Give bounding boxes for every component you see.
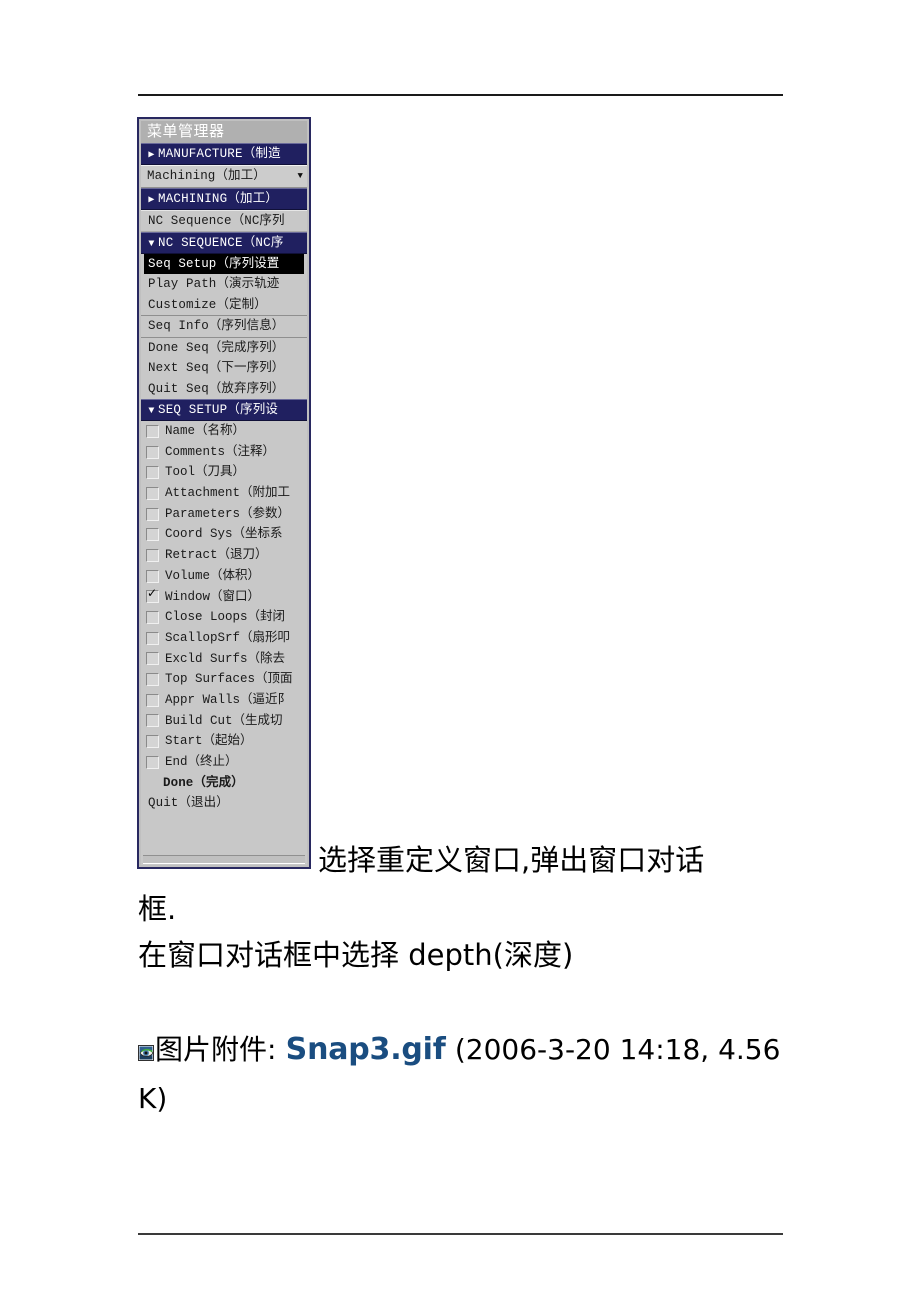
menu-checkbox-item[interactable]: Start（起始） — [141, 731, 307, 752]
dropdown-value: Machining（加工） — [147, 169, 266, 183]
checkbox[interactable] — [146, 652, 159, 666]
menu-checkbox-item[interactable]: Name（名称） — [141, 421, 307, 442]
menu-checkbox-label: Excld Surfs（除去 — [165, 651, 286, 666]
page-header-rule — [138, 94, 783, 96]
menu-manager-body: 菜单管理器 ▶ MANUFACTURE（制造 Machining（加工） ▼ ▶ MACH… — [141, 121, 307, 865]
menu-section-header[interactable]: ▼ NC SEQUENCE（NC序 — [141, 232, 307, 254]
menu-item[interactable]: Customize（定制） — [141, 294, 307, 315]
checkbox[interactable] — [146, 445, 159, 459]
checkbox[interactable] — [146, 693, 159, 707]
checkbox[interactable] — [146, 424, 159, 438]
menu-checkbox-label: Top Surfaces（顶面 — [165, 672, 293, 687]
menu-checkbox-item[interactable]: Excld Surfs（除去 — [141, 649, 307, 670]
menu-checkbox-label: ScallopSrf（扇形叩 — [165, 630, 291, 645]
menu-section-header[interactable]: ▶ MANUFACTURE（制造 — [141, 143, 307, 165]
checkbox[interactable] — [146, 569, 159, 583]
menu-checkbox-item[interactable]: Top Surfaces（顶面 — [141, 669, 307, 690]
menu-checkbox-label: Comments（注释） — [165, 444, 276, 459]
menu-checkbox-item[interactable]: Parameters（参数） — [141, 504, 307, 525]
menu-manager-row-list: ▶ MANUFACTURE（制造 Machining（加工） ▼ ▶ MACHINING（… — [141, 143, 307, 814]
checkbox[interactable] — [146, 673, 159, 687]
menu-checkbox-item[interactable]: Window（窗口） — [141, 587, 307, 608]
menu-section-header[interactable]: ▶ MACHINING（加工） — [141, 187, 307, 210]
checkbox[interactable] — [146, 714, 159, 728]
menu-item-selected[interactable]: Seq Setup（序列设置 — [144, 254, 304, 274]
menu-item[interactable]: Next Seq（下一序列） — [141, 358, 307, 379]
menu-section-label: SEQ SETUP（序列设 — [158, 403, 279, 417]
menu-item-readout[interactable]: NC Sequence（NC序列 — [141, 209, 307, 232]
checkbox[interactable] — [146, 587, 159, 604]
menu-checkbox-label: Appr Walls（逼近阝 — [165, 692, 291, 707]
menu-item[interactable]: Play Path（演示轨迹 — [141, 274, 307, 295]
down-arrow-icon: ▼ — [148, 406, 155, 417]
instruction-line-2: 框. — [138, 892, 177, 926]
menu-checkbox-item[interactable]: Attachment（附加工 — [141, 483, 307, 504]
menu-checkbox-label: Close Loops（封闭 — [165, 610, 286, 625]
checkbox[interactable] — [146, 735, 159, 749]
checkbox[interactable] — [146, 611, 159, 625]
page-footer-rule — [138, 1233, 783, 1235]
menu-checkbox-item[interactable]: Volume（体积） — [141, 566, 307, 587]
menu-checkbox-item[interactable]: End（终止） — [141, 752, 307, 773]
right-arrow-icon: ▶ — [148, 194, 155, 206]
menu-checkbox-label: Tool（刀具） — [165, 465, 246, 480]
menu-checkbox-item[interactable]: Comments（注释） — [141, 442, 307, 463]
done-button[interactable]: Done（完成） — [141, 772, 307, 794]
menu-item[interactable]: Done Seq（完成序列） — [141, 336, 307, 358]
attachment-label: 图片附件: — [155, 1033, 277, 1066]
instruction-line-1: 选择重定义窗口,弹出窗口对话 — [318, 843, 705, 877]
menu-checkbox-label: Volume（体积） — [165, 568, 261, 583]
menu-checkbox-item[interactable]: Appr Walls（逼近阝 — [141, 690, 307, 711]
menu-checkbox-item[interactable]: Coord Sys（坐标系 — [141, 524, 307, 545]
menu-checkbox-label: Coord Sys（坐标系 — [165, 527, 283, 542]
menu-checkbox-label: Name（名称） — [165, 424, 246, 438]
image-attachment-icon — [138, 1027, 154, 1061]
checkbox[interactable] — [146, 631, 159, 645]
menu-checkbox-label: Build Cut（生成切 — [165, 713, 283, 728]
menu-section-header[interactable]: ▼ SEQ SETUP（序列设 — [141, 399, 307, 421]
menu-checkbox-label: End（终止） — [165, 755, 238, 769]
menu-section-label: MACHINING（加工） — [158, 191, 279, 206]
menu-checkbox-label: Start（起始） — [165, 734, 253, 749]
menu-checkbox-item[interactable]: Build Cut（生成切 — [141, 711, 307, 732]
down-arrow-icon: ▼ — [148, 239, 155, 250]
machining-dropdown[interactable]: Machining（加工） ▼ — [141, 165, 307, 188]
menu-checkbox-item[interactable]: ScallopSrf（扇形叩 — [141, 628, 307, 649]
chevron-down-icon[interactable]: ▼ — [297, 166, 303, 187]
checkbox[interactable] — [146, 755, 159, 769]
menu-checkbox-label: Parameters（参数） — [165, 506, 291, 521]
menu-section-label: MANUFACTURE（制造 — [158, 147, 281, 161]
checkbox[interactable] — [146, 528, 159, 542]
menu-item[interactable]: Seq Info（序列信息） — [141, 315, 307, 337]
menu-checkbox-label: Attachment（附加工 — [165, 486, 291, 501]
attachment-block: 图片附件: Snap3.gif (2006-3-20 14:18, 4.56 K… — [138, 1025, 798, 1123]
checkbox[interactable] — [146, 486, 159, 500]
menu-item[interactable]: Quit（退出） — [141, 793, 307, 814]
menu-checkbox-item[interactable]: Close Loops（封闭 — [141, 607, 307, 628]
checkbox[interactable] — [146, 548, 159, 562]
menu-checkbox-label: Window（窗口） — [165, 589, 261, 604]
right-arrow-icon: ▶ — [148, 150, 155, 161]
menu-checkbox-label: Retract（退刀） — [165, 548, 268, 563]
menu-manager-window: 菜单管理器 ▶ MANUFACTURE（制造 Machining（加工） ▼ ▶ MACH… — [137, 117, 311, 869]
attachment-filename-link[interactable]: Snap3.gif — [286, 1032, 446, 1067]
menu-manager-title: 菜单管理器 — [141, 121, 307, 143]
menu-item[interactable]: Quit Seq（放弃序列） — [141, 378, 307, 399]
checkbox[interactable] — [146, 466, 159, 480]
instruction-paragraph-2: 在窗口对话框中选择 depth(深度) — [138, 938, 574, 972]
instruction-paragraph-1: 选择重定义窗口,弹出窗口对话 框. — [138, 836, 783, 934]
menu-section-label: NC SEQUENCE（NC序 — [158, 236, 284, 250]
menu-checkbox-item[interactable]: Retract（退刀） — [141, 545, 307, 566]
checkbox[interactable] — [146, 507, 159, 521]
menu-checkbox-item[interactable]: Tool（刀具） — [141, 462, 307, 483]
